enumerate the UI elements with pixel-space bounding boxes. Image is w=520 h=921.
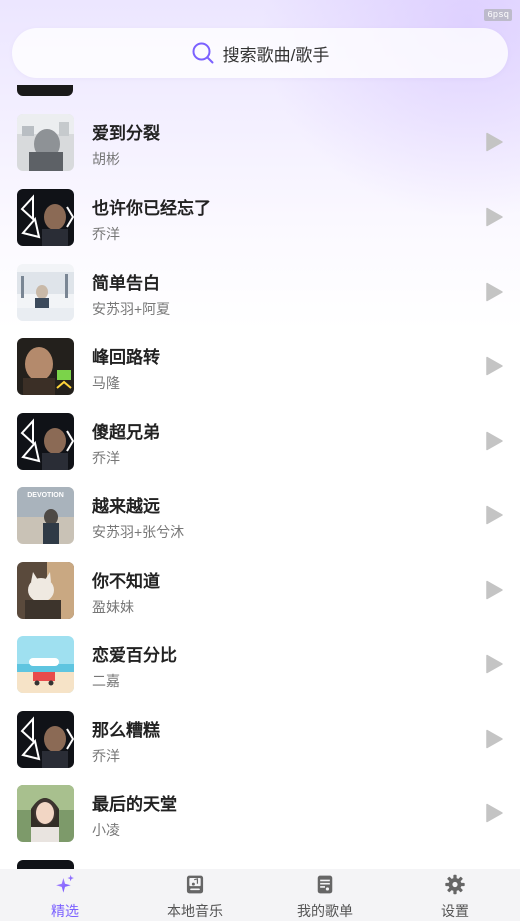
search-bar[interactable]: 搜索歌曲/歌手 [12,28,508,78]
song-artist: 胡彬 [92,151,120,167]
song-title: 你不知道 [92,572,160,591]
song-title: 傻超兄弟 [92,423,160,442]
play-icon[interactable] [484,729,504,749]
play-icon[interactable] [484,803,504,823]
sparkle-icon [56,874,74,893]
play-icon[interactable] [484,207,504,227]
tab-featured[interactable]: 精选 [0,869,130,921]
song-cover [17,413,74,470]
play-icon[interactable] [484,356,504,376]
song-row[interactable]: 也许你已经忘了 乔洋 [0,189,520,263]
search-icon [192,42,214,64]
tab-local-music[interactable]: 本地音乐 [130,869,260,921]
song-cover [17,562,74,619]
song-title: 也许你已经忘了 [92,199,211,218]
tab-my-playlists[interactable]: 我的歌单 [260,869,390,921]
song-title: 最后的天堂 [92,795,177,814]
tab-label: 我的歌单 [297,903,353,919]
song-cover [17,264,74,321]
tab-label: 设置 [441,903,469,919]
tab-label: 本地音乐 [167,903,223,919]
play-icon[interactable] [484,654,504,674]
song-title: 恋爱百分比 [92,646,177,665]
song-row[interactable]: 恋爱百分比 二嘉 [0,636,520,710]
play-icon[interactable] [484,431,504,451]
gear-icon [445,874,465,895]
song-title: 那么糟糕 [92,721,160,740]
song-artist: 安苏羽+张兮沐 [92,524,185,540]
song-row[interactable]: 那么糟糕 乔洋 [0,711,520,785]
cover-text: DEVOTION [27,492,64,499]
song-artist: 二嘉 [92,673,120,689]
song-cover [17,785,74,842]
song-artist: 盈妹妹 [92,599,134,615]
song-cover [17,711,74,768]
fps-badge: 6psq [484,9,512,21]
song-row[interactable]: 最后的天堂 小凌 [0,785,520,859]
search-placeholder: 搜索歌曲/歌手 [222,45,330,65]
song-cover [17,189,74,246]
play-icon[interactable] [484,282,504,302]
song-list[interactable]: 爱到分裂 胡彬 也许你已经忘了 乔洋 简单告白 安苏羽+阿夏 峰回路转 马隆 傻… [0,85,520,870]
song-cover [17,636,74,693]
tab-label: 精选 [51,903,79,919]
song-row[interactable]: 傻超兄弟 乔洋 [0,413,520,487]
song-artist: 乔洋 [92,226,120,242]
song-row[interactable]: 峰回路转 马隆 [0,338,520,412]
song-row[interactable]: 简单告白 安苏羽+阿夏 [0,264,520,338]
partial-song-cover [17,85,73,96]
bottom-tab-bar: 精选 本地音乐 我的歌单 设置 [0,869,520,921]
playlist-icon [317,875,333,894]
song-cover [17,338,74,395]
song-title: 简单告白 [92,274,160,293]
song-artist: 马隆 [92,375,120,391]
music-file-icon [186,875,204,894]
song-cover: DEVOTION [17,487,74,544]
tab-settings[interactable]: 设置 [390,869,520,921]
play-icon[interactable] [484,132,504,152]
song-title: 爱到分裂 [92,124,160,143]
song-title: 峰回路转 [92,348,160,367]
song-row[interactable]: 你不知道 盈妹妹 [0,562,520,636]
status-bar: 6psq [0,0,520,21]
play-icon[interactable] [484,505,504,525]
song-artist: 乔洋 [92,450,120,466]
song-row[interactable]: 爱到分裂 胡彬 [0,114,520,188]
song-artist: 乔洋 [92,748,120,764]
song-cover [17,114,74,171]
song-title: 越来越远 [92,497,160,516]
song-artist: 安苏羽+阿夏 [92,301,171,317]
song-artist: 小凌 [92,822,120,838]
song-row[interactable]: DEVOTION 越来越远 安苏羽+张兮沐 [0,487,520,561]
play-icon[interactable] [484,580,504,600]
